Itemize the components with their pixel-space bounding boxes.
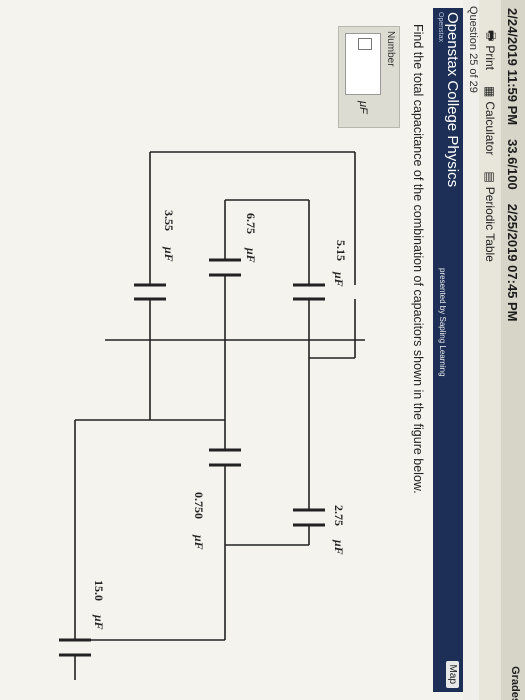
circuit-diagram: 5.15 μF 2.75 μF 6.75 μF 3.55 μF 0.750 μF… <box>59 151 365 680</box>
c1-value: 5.15 <box>334 240 348 261</box>
c6-unit: μF <box>92 614 106 630</box>
c1-unit: μF <box>332 271 346 287</box>
c5-unit: μF <box>192 534 206 550</box>
c2-unit: μF <box>332 539 346 555</box>
screen: 2/24/2019 11:59 PM 33.6/100 2/25/2019 07… <box>0 0 525 700</box>
c2-value: 2.75 <box>332 505 346 526</box>
c3-value: 6.75 <box>244 213 258 234</box>
c3-unit: μF <box>244 247 258 263</box>
c4-unit: μF <box>162 246 176 262</box>
rotated-page: 2/24/2019 11:59 PM 33.6/100 2/25/2019 07… <box>0 0 525 700</box>
c6-value: 15.0 <box>92 580 106 601</box>
c5-value: 0.750 <box>192 492 206 519</box>
c4-value: 3.55 <box>162 210 176 231</box>
